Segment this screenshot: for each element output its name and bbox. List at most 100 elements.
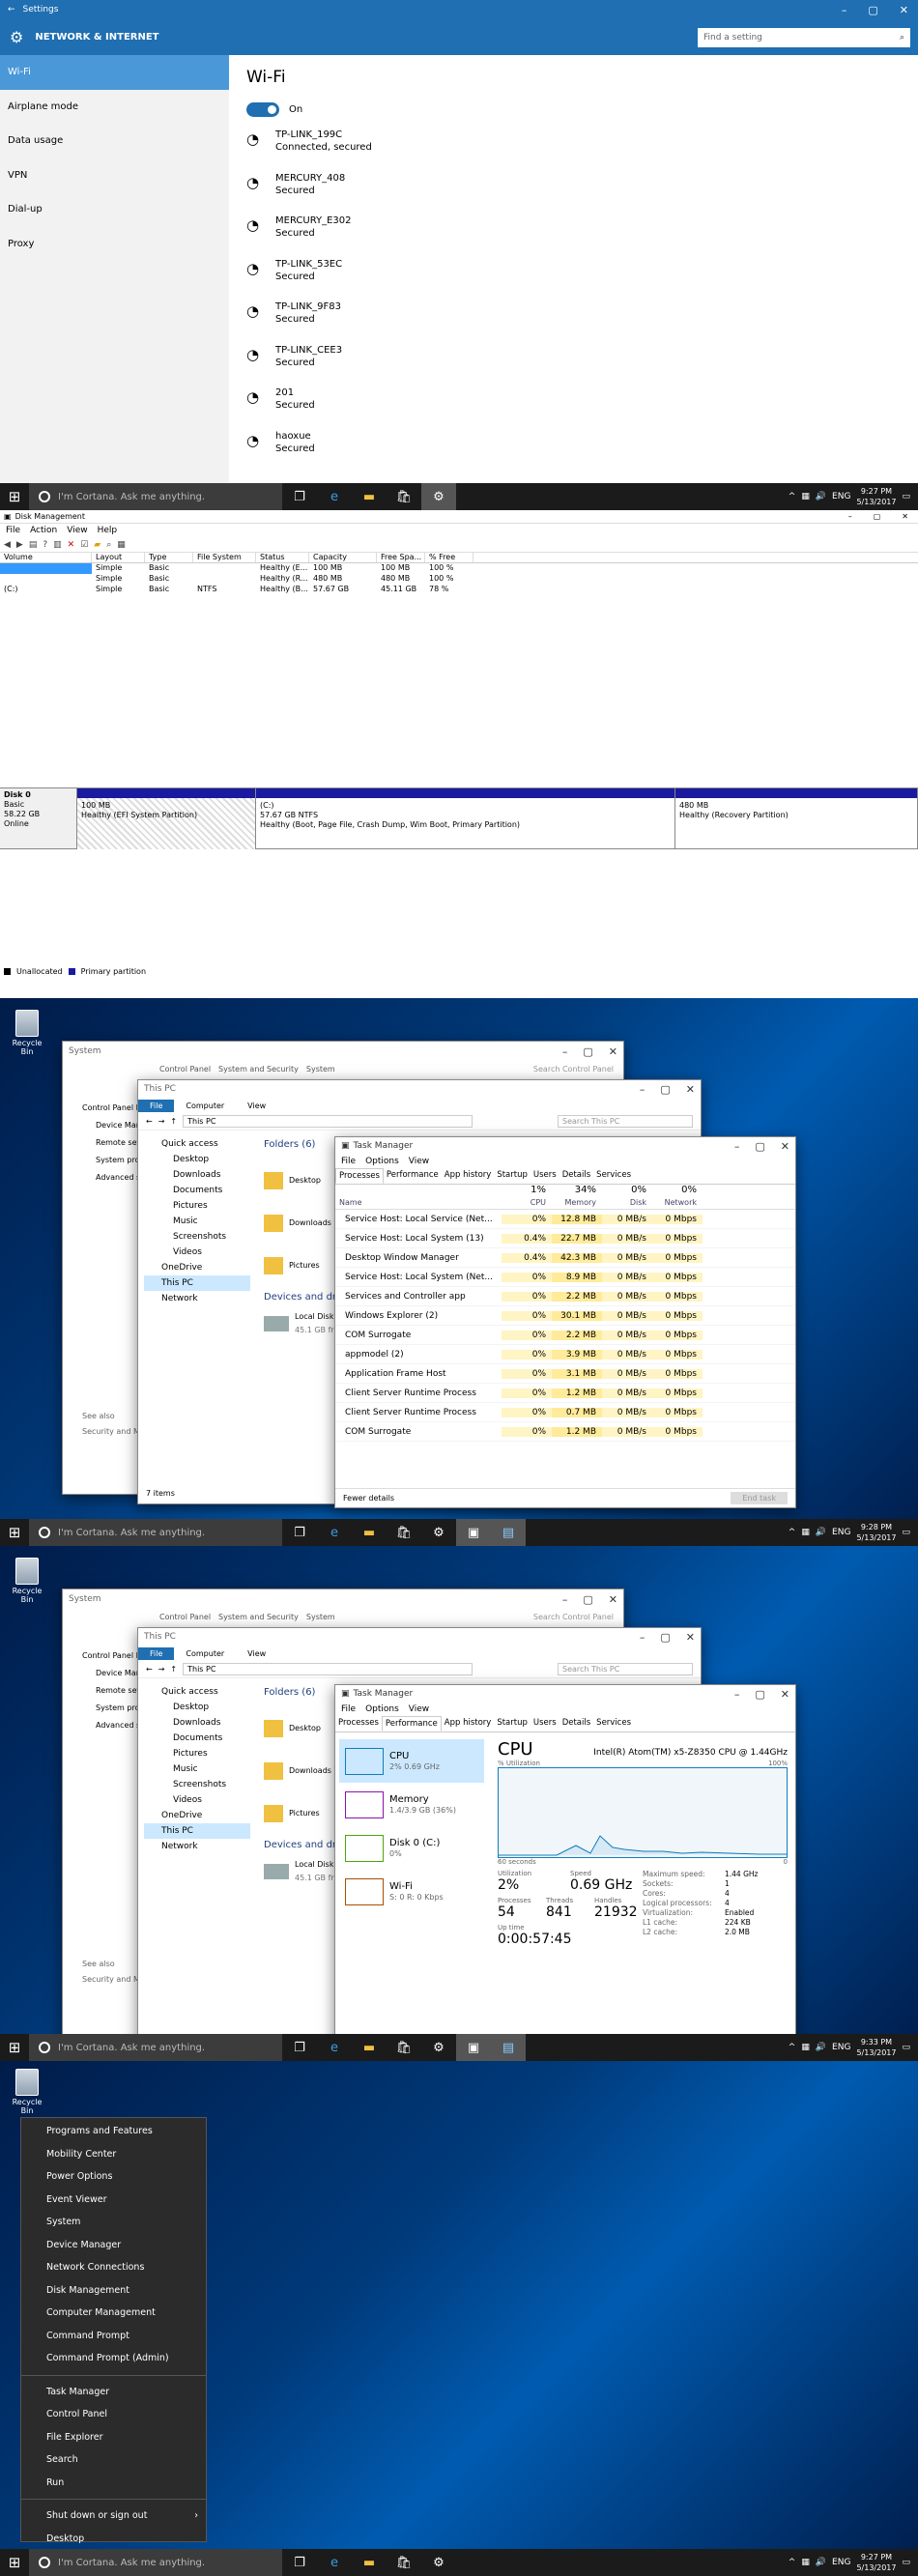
delete-icon[interactable]: ✕ xyxy=(68,540,75,550)
windows-start-icon[interactable]: ⊞ xyxy=(0,1519,29,1546)
winx-item-desktop[interactable]: Desktop xyxy=(21,2528,206,2551)
forward-icon[interactable]: ▶ xyxy=(16,540,23,550)
winx-item-task-manager[interactable]: Task Manager xyxy=(21,2381,206,2404)
winx-item-programs-and-features[interactable]: Programs and Features xyxy=(21,2120,206,2143)
security-link[interactable]: Security and Maintenance xyxy=(82,1424,140,1440)
minimize-button[interactable]: – xyxy=(842,4,847,16)
window-control-button[interactable]: ✕ xyxy=(781,1140,789,1153)
window-control-button[interactable]: – xyxy=(562,1593,568,1606)
fewer-details-button[interactable]: Fewer details xyxy=(343,1494,394,1503)
process-row[interactable]: Services and Controller app 0% 2.2 MB 0 MB/… xyxy=(335,1287,795,1306)
tab-processes[interactable]: Processes xyxy=(335,1716,382,1732)
process-row[interactable]: Desktop Window Manager 0.4% 42.3 MB 0 MB/s 0… xyxy=(335,1248,795,1268)
tab-users[interactable]: Users xyxy=(531,1168,559,1184)
process-row[interactable]: Service Host: Local System (Net... 0% 8.9 … xyxy=(335,1268,795,1287)
cortana-search[interactable]: I'm Cortana. Ask me anything. xyxy=(29,483,282,510)
minimize-button[interactable]: – xyxy=(848,512,852,521)
tree-item[interactable]: Music xyxy=(144,1761,250,1777)
settings-taskbar-icon[interactable]: ⚙ xyxy=(421,483,456,510)
network-icon[interactable]: ▦ xyxy=(801,492,810,501)
tab-performance[interactable]: Performance xyxy=(381,1716,442,1732)
menu-view[interactable]: View xyxy=(67,526,87,535)
tree-item[interactable]: Pictures xyxy=(144,1198,250,1214)
column-header[interactable]: Free Spa... xyxy=(377,553,425,562)
back-arrow-icon[interactable]: ← xyxy=(8,5,15,14)
winx-item-command-prompt-admin[interactable]: Command Prompt (Admin) xyxy=(21,2347,206,2370)
breadcrumb-item[interactable]: Control Panel xyxy=(159,1065,211,1073)
column-header[interactable]: Name xyxy=(335,1198,502,1209)
tab-services[interactable]: Services xyxy=(593,1168,634,1184)
cp-link[interactable]: System protection xyxy=(82,1152,140,1169)
process-row[interactable]: Service Host: Local System (13) 0.4% 22.7 … xyxy=(335,1229,795,1248)
cp-link[interactable]: Advanced system settings xyxy=(82,1169,140,1187)
window-control-button[interactable]: ✕ xyxy=(686,1083,695,1096)
nav-item-vpn[interactable]: VPN xyxy=(0,158,229,193)
breadcrumb-item[interactable]: System and Security xyxy=(218,1613,299,1621)
cp-link[interactable]: Device Manager xyxy=(82,1665,140,1682)
column-header[interactable]: Volume xyxy=(0,553,92,562)
properties-icon[interactable]: ▥ xyxy=(53,540,62,550)
end-task-button[interactable]: End task xyxy=(731,1492,788,1504)
wifi-network[interactable]: ◔ MERCURY_408 Secured xyxy=(246,172,904,215)
tab-processes[interactable]: Processes xyxy=(335,1168,384,1184)
partition-block[interactable]: (C:) 57.67 GB NTFS Healthy (Boot, Page Fil… xyxy=(256,788,675,848)
nav-arrow-icon[interactable]: ← xyxy=(146,1665,153,1674)
tree-item[interactable]: Screenshots xyxy=(144,1777,250,1792)
window-control-button[interactable]: ▢ xyxy=(755,1688,764,1701)
disk-0-label[interactable]: Disk 0 Basic 58.22 GB Online xyxy=(0,788,77,848)
file-explorer-icon[interactable]: ▬ xyxy=(352,1519,387,1546)
recycle-bin[interactable]: Recycle Bin xyxy=(6,1558,48,1604)
window-control-button[interactable]: ✕ xyxy=(609,1045,617,1058)
window-control-button[interactable]: ✕ xyxy=(609,1593,617,1606)
process-row[interactable]: COM Surrogate 0% 1.2 MB 0 MB/s 0 Mbps xyxy=(335,1422,795,1442)
close-button[interactable]: ✕ xyxy=(902,512,908,521)
tree-item[interactable]: OneDrive xyxy=(144,1808,250,1823)
edge-icon[interactable]: e xyxy=(317,2549,352,2576)
column-header[interactable]: % Free xyxy=(425,553,473,562)
search-control-panel[interactable]: Search Control Panel xyxy=(533,1065,614,1073)
window-control-button[interactable]: – xyxy=(640,1083,645,1096)
winx-item-system[interactable]: System xyxy=(21,2211,206,2234)
window-control-button[interactable]: – xyxy=(734,1688,740,1701)
clock[interactable]: 9:27 PM 5/13/2017 xyxy=(856,486,896,507)
file-explorer-icon[interactable]: ▬ xyxy=(352,2034,387,2061)
tree-item[interactable]: Downloads xyxy=(144,1715,250,1731)
tab-services[interactable]: Services xyxy=(593,1716,634,1732)
wifi-network[interactable]: ◔ TP-LINK_199C Connected, secured xyxy=(246,129,904,172)
tree-item[interactable]: This PC xyxy=(144,1823,250,1839)
winx-item-device-manager[interactable]: Device Manager xyxy=(21,2234,206,2257)
tree-item[interactable]: This PC xyxy=(144,1275,250,1291)
tab-details[interactable]: Details xyxy=(559,1168,593,1184)
windows-start-icon[interactable]: ⊞ xyxy=(0,483,29,510)
store-icon[interactable]: 🛍 xyxy=(387,1519,421,1546)
wifi-network[interactable]: ◔ TP-LINK_9F83 Secured xyxy=(246,301,904,344)
nav-item-data-usage[interactable]: Data usage xyxy=(0,124,229,158)
edge-icon[interactable]: e xyxy=(317,2034,352,2061)
window-control-button[interactable]: ▢ xyxy=(660,1631,670,1644)
tree-item[interactable]: Quick access xyxy=(144,1136,250,1152)
ribbon-tab[interactable]: File xyxy=(138,1646,175,1660)
control-panel-taskbar-icon[interactable]: ▤ xyxy=(491,1519,526,1546)
task-view-icon[interactable]: ❐ xyxy=(282,1519,317,1546)
menu-help[interactable]: Help xyxy=(98,526,118,535)
menu-action[interactable]: Action xyxy=(30,526,57,535)
column-header[interactable]: Capacity xyxy=(309,553,377,562)
partition-block[interactable]: 480 MB Healthy (Recovery Partition) xyxy=(675,788,918,848)
winx-item-command-prompt[interactable]: Command Prompt xyxy=(21,2325,206,2348)
store-icon[interactable]: 🛍 xyxy=(387,2034,421,2061)
control-panel-taskbar-icon[interactable]: ▤ xyxy=(491,2034,526,2061)
maximize-button[interactable]: ▢ xyxy=(874,512,881,521)
tab-users[interactable]: Users xyxy=(531,1716,559,1732)
file-explorer-icon[interactable]: ▬ xyxy=(352,2549,387,2576)
breadcrumb-item[interactable]: System and Security xyxy=(218,1065,299,1073)
clock[interactable]: 9:27 PM 5/13/2017 xyxy=(856,2552,896,2573)
security-link[interactable]: Security and Maintenance xyxy=(82,1972,140,1988)
tree-item[interactable]: Videos xyxy=(144,1245,250,1260)
store-icon[interactable]: 🛍 xyxy=(387,2549,421,2576)
winx-item-control-panel[interactable]: Control Panel xyxy=(21,2403,206,2426)
lang-label[interactable]: ENG xyxy=(832,2043,850,2052)
settings-taskbar-icon[interactable]: ⚙ xyxy=(421,2034,456,2061)
column-header[interactable]: Disk xyxy=(602,1198,652,1209)
tree-item[interactable]: Desktop xyxy=(144,1152,250,1167)
network-icon[interactable]: ▦ xyxy=(801,1528,810,1537)
